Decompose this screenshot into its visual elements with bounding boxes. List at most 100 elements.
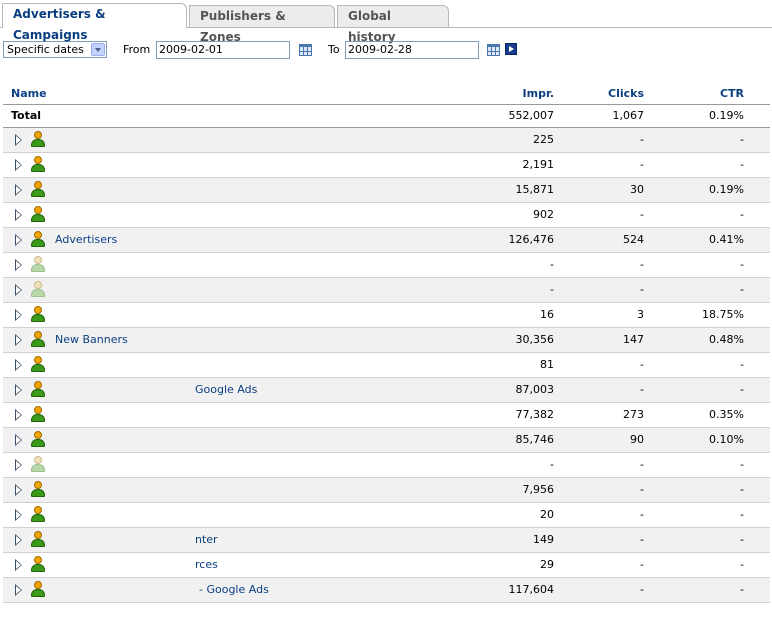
impressions-value: 16 — [540, 308, 554, 321]
clicks-value: - — [640, 558, 644, 571]
expand-arrow-icon[interactable] — [15, 584, 22, 596]
expand-arrow-icon[interactable] — [15, 209, 22, 221]
expand-arrow-icon[interactable] — [15, 459, 22, 471]
advertiser-icon — [31, 481, 45, 498]
expand-arrow-icon[interactable] — [15, 259, 22, 271]
ctr-value: 0.48% — [709, 333, 744, 346]
table-row: 77,382 273 0.35% — [3, 403, 770, 428]
advertiser-icon — [31, 431, 45, 448]
clicks-value: - — [640, 158, 644, 171]
clicks-value: - — [640, 258, 644, 271]
impressions-value: 87,003 — [515, 383, 555, 396]
ctr-value: - — [740, 208, 744, 221]
clicks-value: 90 — [630, 433, 644, 446]
expand-arrow-icon[interactable] — [15, 409, 22, 421]
impressions-value: - — [550, 283, 554, 296]
total-row: Total 552,007 1,067 0.19% — [3, 105, 770, 128]
clicks-value: - — [640, 508, 644, 521]
advertiser-name-link[interactable]: rces — [195, 558, 218, 571]
header-clicks[interactable]: Clicks — [608, 87, 644, 100]
table-row: Advertisers 126,476 524 0.41% — [3, 228, 770, 253]
table-row: 15,871 30 0.19% — [3, 178, 770, 203]
to-label: To — [328, 43, 340, 56]
ctr-value: - — [740, 133, 744, 146]
impressions-value: 20 — [540, 508, 554, 521]
advertiser-name-link[interactable]: - Google Ads — [199, 583, 269, 596]
calendar-icon[interactable] — [487, 44, 500, 56]
total-label: Total — [11, 109, 42, 122]
ctr-value: - — [740, 483, 744, 496]
expand-arrow-icon[interactable] — [15, 509, 22, 521]
from-date-input[interactable]: 2009-02-01 — [156, 41, 290, 59]
ctr-value: - — [740, 508, 744, 521]
expand-arrow-icon[interactable] — [15, 159, 22, 171]
ctr-value: 18.75% — [702, 308, 744, 321]
ctr-value: 0.19% — [709, 183, 744, 196]
table-row: 16 3 18.75% — [3, 303, 770, 328]
impressions-value: 85,746 — [515, 433, 555, 446]
ctr-value: - — [740, 158, 744, 171]
impressions-value: 902 — [533, 208, 554, 221]
tab-bar: Advertisers & Campaigns Publishers & Zon… — [0, 0, 772, 44]
advertiser-icon — [31, 181, 45, 198]
table-row: nter 149 - - — [3, 528, 770, 553]
table-row: 225 - - — [3, 128, 770, 153]
chevron-down-icon[interactable] — [91, 43, 105, 56]
calendar-icon[interactable] — [299, 44, 312, 56]
to-date-input[interactable]: 2009-02-28 — [345, 41, 479, 59]
impressions-value: 29 — [540, 558, 554, 571]
header-name[interactable]: Name — [11, 87, 47, 100]
tab-publishers-zones[interactable]: Publishers & Zones — [189, 5, 335, 44]
advertiser-name-link[interactable]: Advertisers — [55, 233, 117, 246]
advertiser-icon — [31, 356, 45, 373]
advertiser-icon — [31, 506, 45, 523]
expand-arrow-icon[interactable] — [15, 484, 22, 496]
ctr-value: - — [740, 383, 744, 396]
table-row: New Banners 30,356 147 0.48% — [3, 328, 770, 353]
impressions-value: 81 — [540, 358, 554, 371]
total-clicks: 1,067 — [612, 109, 645, 122]
header-impressions[interactable]: Impr. — [523, 87, 554, 100]
expand-arrow-icon[interactable] — [15, 534, 22, 546]
expand-arrow-icon[interactable] — [15, 234, 22, 246]
expand-arrow-icon[interactable] — [15, 434, 22, 446]
advertiser-icon — [31, 206, 45, 223]
ctr-value: - — [740, 533, 744, 546]
table-row: 7,956 - - — [3, 478, 770, 503]
tab-global-history[interactable]: Global history — [337, 5, 449, 44]
expand-arrow-icon[interactable] — [15, 559, 22, 571]
advertiser-name-link[interactable]: nter — [195, 533, 218, 546]
expand-arrow-icon[interactable] — [15, 384, 22, 396]
advertiser-icon — [31, 331, 45, 348]
expand-arrow-icon[interactable] — [15, 184, 22, 196]
ctr-value: - — [740, 283, 744, 296]
expand-arrow-icon[interactable] — [15, 359, 22, 371]
expand-arrow-icon[interactable] — [15, 284, 22, 296]
table-row: 81 - - — [3, 353, 770, 378]
advertiser-icon — [31, 281, 45, 298]
table-row: 902 - - — [3, 203, 770, 228]
ctr-value: 0.35% — [709, 408, 744, 421]
ctr-value: - — [740, 583, 744, 596]
table-row: 2,191 - - — [3, 153, 770, 178]
expand-arrow-icon[interactable] — [15, 309, 22, 321]
impressions-value: 149 — [533, 533, 554, 546]
advertiser-name-link[interactable]: New Banners — [55, 333, 128, 346]
impressions-value: 126,476 — [508, 233, 555, 246]
expand-arrow-icon[interactable] — [15, 134, 22, 146]
tab-advertisers-campaigns[interactable]: Advertisers & Campaigns — [2, 3, 187, 42]
advertiser-icon — [31, 156, 45, 173]
tab-label: Advertisers & Campaigns — [13, 7, 106, 42]
table-row: 85,746 90 0.10% — [3, 428, 770, 453]
advertiser-name-link[interactable]: Google Ads — [195, 383, 257, 396]
go-arrow-icon[interactable] — [505, 43, 517, 55]
header-ctr[interactable]: CTR — [720, 87, 744, 100]
expand-arrow-icon[interactable] — [15, 334, 22, 346]
table-row: --- — [3, 278, 770, 303]
clicks-value: 3 — [637, 308, 644, 321]
table-row: --- — [3, 253, 770, 278]
impressions-value: - — [550, 258, 554, 271]
table-row: 20 - - — [3, 503, 770, 528]
advertiser-icon — [31, 531, 45, 548]
impressions-value: 15,871 — [515, 183, 555, 196]
